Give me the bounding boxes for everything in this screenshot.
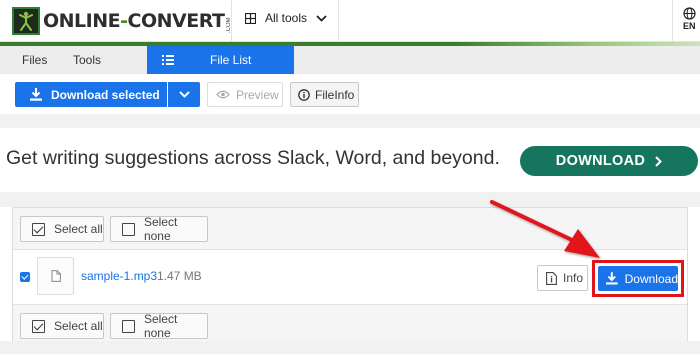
grid-icon	[245, 12, 256, 24]
file-info-label: Info	[563, 271, 584, 285]
select-all-button[interactable]: Select all	[20, 313, 104, 339]
logo-figure-icon	[12, 7, 40, 35]
file-info-icon	[546, 271, 557, 285]
select-none-label: Select none	[143, 312, 178, 340]
download-icon	[606, 272, 618, 285]
checkbox-empty-icon	[122, 222, 135, 236]
select-all-label: Select all	[54, 222, 103, 236]
selection-controls-bottom: Select all Select none	[13, 304, 687, 346]
file-icon	[51, 270, 61, 282]
chevron-down-icon	[178, 91, 190, 98]
preview-label: Preview	[236, 87, 279, 102]
section-gap	[0, 114, 700, 128]
eye-icon	[216, 90, 230, 99]
list-icon	[162, 55, 174, 65]
download-highlight-box: Download	[592, 260, 684, 297]
chevron-down-icon	[316, 14, 327, 22]
tab-bar: Files Tools File List	[0, 46, 700, 74]
tab-file-list-label: File List	[210, 53, 252, 67]
header-divider	[231, 0, 232, 42]
site-logo[interactable]: ONLINE-CONVERT .COM	[12, 6, 232, 36]
fileinfo-label: FileInfo	[315, 87, 355, 102]
file-info-button[interactable]: Info	[537, 265, 588, 291]
download-options-toggle[interactable]	[168, 82, 200, 107]
chevron-right-icon	[655, 155, 663, 167]
globe-icon	[683, 7, 696, 20]
file-thumbnail	[37, 257, 74, 295]
page-bottom	[0, 341, 700, 354]
download-selected-label: Download selected	[51, 87, 160, 102]
section-gap	[0, 192, 700, 207]
ad-download-label: DOWNLOAD	[555, 153, 646, 169]
site-header: ONLINE-CONVERT .COM All tools EN	[0, 0, 700, 42]
tab-file-list[interactable]: File List	[147, 46, 294, 74]
ad-banner[interactable]: Get writing suggestions across Slack, Wo…	[0, 128, 700, 192]
checkbox-checked-icon	[32, 222, 45, 236]
select-none-button[interactable]: Select none	[110, 215, 208, 243]
select-none-label: Select none	[143, 215, 178, 243]
file-row: sample-1.mp3 1.47 MB Info Download	[13, 250, 687, 304]
select-all-label: Select all	[54, 319, 103, 333]
file-select-checkbox[interactable]	[20, 272, 30, 282]
file-list-panel: Select all Select none sample-1.mp3 1.47…	[12, 207, 688, 346]
checkbox-empty-icon	[122, 319, 135, 333]
ad-text: Get writing suggestions across Slack, Wo…	[6, 147, 500, 169]
all-tools-label: All tools	[265, 11, 308, 25]
tab-tools[interactable]: Tools	[73, 46, 101, 74]
preview-button[interactable]: Preview	[207, 82, 283, 107]
file-download-button[interactable]: Download	[598, 266, 678, 291]
tab-files[interactable]: Files	[22, 46, 47, 74]
logo-text: ONLINE-CONVERT	[43, 10, 225, 32]
file-toolbar: Download selected Preview FileInfo	[0, 74, 700, 114]
all-tools-dropdown[interactable]: All tools	[245, 11, 327, 25]
selection-controls-top: Select all Select none	[13, 208, 687, 250]
file-download-label: Download	[624, 271, 678, 286]
language-selector[interactable]: EN	[683, 7, 700, 31]
download-icon	[30, 88, 42, 101]
language-code: EN	[683, 21, 696, 31]
select-all-button[interactable]: Select all	[20, 216, 104, 242]
header-divider	[672, 0, 673, 42]
checkbox-checked-icon	[32, 319, 45, 333]
file-name-link[interactable]: sample-1.mp3	[81, 269, 157, 283]
select-none-button[interactable]: Select none	[110, 312, 208, 340]
download-selected-button[interactable]: Download selected	[15, 82, 167, 107]
ad-download-button[interactable]: DOWNLOAD	[520, 146, 698, 176]
header-divider	[338, 0, 339, 42]
info-icon	[298, 88, 310, 101]
fileinfo-button[interactable]: FileInfo	[290, 82, 359, 107]
file-size: 1.47 MB	[157, 269, 202, 283]
